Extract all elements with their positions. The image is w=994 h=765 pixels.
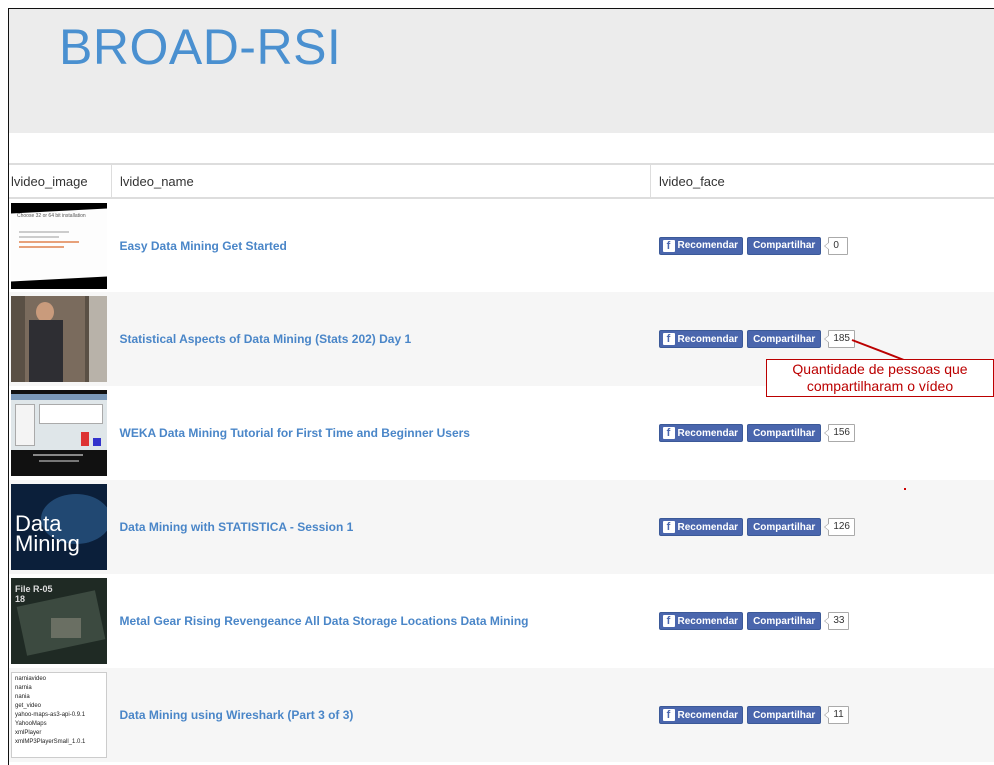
share-button[interactable]: Compartilhar [747,706,822,724]
video-thumbnail[interactable] [11,390,107,476]
annotation-line2: compartilharam o vídeo [806,378,954,394]
video-title-link[interactable]: Data Mining using Wireshark (Part 3 of 3… [120,708,354,722]
share-button[interactable]: Compartilhar [747,612,822,630]
share-count: 11 [824,706,849,724]
share-button[interactable]: Compartilhar [747,518,822,536]
video-thumbnail[interactable]: File R-05 18 [11,578,107,664]
videos-table: lvideo_image lvideo_name lvideo_face Cho… [9,163,994,762]
video-title-link[interactable]: WEKA Data Mining Tutorial for First Time… [120,426,470,440]
recommend-button[interactable]: f Recomendar [658,518,744,536]
share-count: 156 [824,424,855,442]
facebook-icon: f [662,615,675,627]
share-button[interactable]: Compartilhar [747,330,822,348]
annotation-callout: Quantidade de pessoas que compartilharam… [766,359,994,397]
table-row: File R-05 18 Metal Gear Rising Revengean… [9,574,994,668]
recommend-label: Recomendar [677,521,739,533]
column-header-image[interactable]: lvideo_image [9,163,112,199]
recommend-label: Recomendar [677,240,739,251]
thumbnail-caption: Data Mining [15,511,80,556]
facebook-icon: f [662,709,675,721]
share-count: 33 [824,612,850,630]
column-header-face[interactable]: lvideo_face [650,163,994,199]
thumbnail-caption: Choose 32 or 64 bit installation [17,212,86,219]
share-button[interactable]: Compartilhar [747,424,822,442]
video-thumbnail[interactable]: Choose 32 or 64 bit installation [11,202,107,289]
facebook-buttons: f Recomendar Compartilhar 0 [658,236,994,255]
video-thumbnail[interactable]: narniavideo narnia nania get_video yahoo… [11,672,107,758]
recommend-button[interactable]: f Recomendar [658,612,744,630]
facebook-icon: f [662,239,675,252]
table-row: Data Mining Data Mining with STATISTICA … [9,480,994,574]
table-row: WEKA Data Mining Tutorial for First Time… [9,386,994,480]
thumbnail-caption: narniavideo narnia nania get_video yahoo… [15,676,86,745]
table-row: Choose 32 or 64 bit installation Easy Da… [9,198,994,292]
video-title-link[interactable]: Statistical Aspects of Data Mining (Stat… [120,332,412,346]
table-row: narniavideo narnia nania get_video yahoo… [9,668,994,762]
facebook-buttons: f Recomendar Compartilhar 185 [658,330,994,348]
recommend-button[interactable]: f Recomendar [658,706,744,724]
facebook-buttons: f Recomendar Compartilhar 156 [658,424,994,442]
share-count: 0 [824,236,849,255]
video-thumbnail[interactable]: Data Mining [11,484,107,570]
column-header-name[interactable]: lvideo_name [111,163,651,199]
share-count: 185 [824,330,855,348]
thumbnail-caption: File R-05 18 [15,584,53,604]
annotation-dot [904,488,906,490]
video-title-link[interactable]: Data Mining with STATISTICA - Session 1 [120,520,354,534]
annotation-line1: Quantidade de pessoas que [792,361,968,377]
facebook-icon: f [662,521,675,533]
facebook-buttons: f Recomendar Compartilhar 33 [658,612,994,630]
facebook-buttons: f Recomendar Compartilhar 11 [658,706,994,724]
recommend-label: Recomendar [677,709,739,721]
facebook-buttons: f Recomendar Compartilhar 126 [658,518,994,536]
share-count: 126 [824,518,855,536]
recommend-button[interactable]: f Recomendar [658,330,744,348]
video-title-link[interactable]: Easy Data Mining Get Started [120,239,287,253]
video-thumbnail[interactable] [11,296,107,382]
recommend-button[interactable]: f Recomendar [658,236,744,255]
recommend-label: Recomendar [677,615,739,627]
recommend-label: Recomendar [677,333,739,345]
table-header-row: lvideo_image lvideo_name lvideo_face [9,163,994,199]
site-title: BROAD-RSI [59,19,342,75]
share-button[interactable]: Compartilhar [747,236,822,255]
video-title-link[interactable]: Metal Gear Rising Revengeance All Data S… [120,614,529,628]
recommend-label: Recomendar [677,427,739,439]
facebook-icon: f [662,427,675,439]
site-header: BROAD-RSI [9,9,994,133]
recommend-button[interactable]: f Recomendar [658,424,744,442]
facebook-icon: f [662,333,675,345]
